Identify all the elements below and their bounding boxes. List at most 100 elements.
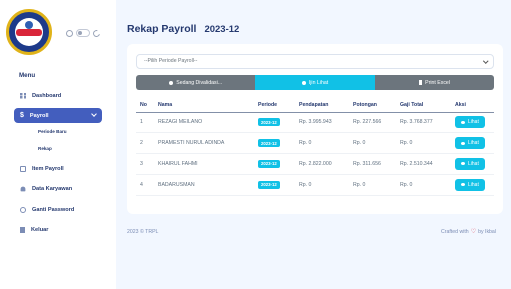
sidebar-item-ganti-password[interactable]: Ganti Password: [14, 202, 102, 217]
logo-band: [16, 29, 42, 36]
sidebar-item-label: Dashboard: [32, 92, 62, 99]
cell-pendapatan: Rp. 3.995.943: [295, 112, 349, 134]
cell-aksi: Lihat: [451, 132, 494, 155]
dollar-icon: $: [20, 111, 24, 119]
theme-toggle[interactable]: [66, 28, 102, 38]
table-row: 2 PRAMESTI NURUL ADINDA 2023-12 Rp. 0 Rp…: [136, 132, 494, 155]
tab-label: Ijin Lihat: [308, 79, 329, 86]
column-header-aksi: Aksi: [451, 98, 494, 113]
column-header-potongan: Potongan: [349, 98, 396, 113]
tab-print-excel[interactable]: Print Excel: [374, 75, 494, 90]
period-badge: 2023-12: [258, 139, 280, 148]
cell-nama: PRAMESTI NURUL ADINDA: [154, 132, 254, 155]
payroll-card: --Pilih Periode Payroll-- Sedang Divalid…: [127, 44, 503, 214]
column-header-gaji-total: Gaji Total: [396, 98, 451, 113]
chevron-down-icon: [482, 58, 488, 64]
column-header-no: No: [136, 98, 154, 113]
cell-periode: 2023-12: [254, 112, 295, 134]
cell-aksi: Lihat: [451, 153, 494, 175]
period-select-value: --Pilih Periode Payroll--: [144, 58, 198, 64]
cell-gaji-total: Rp. 3.768.377: [396, 112, 451, 134]
cell-potongan: Rp. 0: [349, 132, 396, 155]
cell-no: 1: [136, 112, 154, 134]
eye-icon: [461, 183, 465, 187]
sidebar-item-keluar[interactable]: Keluar: [14, 222, 102, 237]
cell-pendapatan: Rp. 2.822.000: [295, 153, 349, 175]
cell-gaji-total: Rp. 0: [396, 132, 451, 155]
period-badge: 2023-12: [258, 159, 280, 168]
payroll-table: No Nama Periode Pendapatan Potongan Gaji…: [136, 98, 494, 196]
tab-label: Print Excel: [425, 79, 450, 86]
users-icon: [20, 186, 26, 191]
tab-sedang-divalidasi[interactable]: Sedang Divalidasi...: [136, 75, 256, 90]
menu-title: Menu: [19, 72, 36, 79]
footer-credit: Crafted with ♡ by Ikbal: [441, 228, 496, 236]
page-header: Rekap Payroll 2023-12: [127, 23, 239, 35]
sidebar-item-item-payroll[interactable]: Item Payroll: [14, 161, 102, 176]
cell-gaji-total: Rp. 0: [396, 174, 451, 196]
cell-aksi: Lihat: [451, 112, 494, 134]
sidebar-item-label: Payroll: [29, 112, 49, 119]
logo-dot: [25, 21, 33, 29]
view-button[interactable]: Lihat: [455, 116, 485, 129]
cell-no: 3: [136, 153, 154, 175]
sidebar-item-label: Data Karyawan: [32, 185, 73, 192]
logo[interactable]: [6, 9, 52, 55]
cell-pendapatan: Rp. 0: [295, 132, 349, 155]
file-icon: [418, 80, 423, 85]
heart-icon: ♡: [470, 228, 477, 235]
cell-nama: KHAIRUL FAHMI: [154, 153, 254, 175]
sidebar-item-dashboard[interactable]: Dashboard: [14, 88, 102, 103]
cell-no: 4: [136, 174, 154, 196]
footer-credit-suffix[interactable]: by Ikbal: [478, 229, 496, 235]
view-button[interactable]: Lihat: [455, 137, 485, 150]
eye-icon: [461, 141, 465, 145]
cell-pendapatan: Rp. 0: [295, 174, 349, 196]
submenu-item-rekap[interactable]: Rekap: [38, 146, 52, 151]
sidebar-item-label: Item Payroll: [32, 165, 64, 172]
page-period: 2023-12: [204, 23, 240, 35]
sidebar-item-data-karyawan[interactable]: Data Karyawan: [14, 181, 102, 196]
view-button-label: Lihat: [468, 160, 479, 167]
cell-nama: REZAGI MEILANO: [154, 112, 254, 134]
column-header-periode: Periode: [254, 98, 295, 113]
cell-potongan: Rp. 311.656: [349, 153, 396, 175]
tab-ijin-lihat[interactable]: Ijin Lihat: [255, 75, 375, 90]
theme-switch[interactable]: [76, 29, 90, 37]
view-button-label: Lihat: [468, 140, 479, 147]
cell-potongan: Rp. 0: [349, 174, 396, 196]
cell-periode: 2023-12: [254, 174, 295, 196]
table-header-row: No Nama Periode Pendapatan Potongan Gaji…: [136, 98, 494, 113]
cell-aksi: Lihat: [451, 174, 494, 196]
sidebar-item-payroll[interactable]: $ Payroll: [14, 108, 102, 123]
view-button[interactable]: Lihat: [455, 178, 485, 191]
eye-icon: [461, 162, 465, 166]
view-button-label: Lihat: [468, 181, 479, 188]
cell-periode: 2023-12: [254, 153, 295, 175]
box-icon: [20, 165, 26, 172]
lock-icon: [20, 206, 26, 213]
column-header-pendapatan: Pendapatan: [295, 98, 349, 113]
cell-potongan: Rp. 227.566: [349, 112, 396, 134]
grid-icon: [20, 92, 26, 99]
table-row: 1 REZAGI MEILANO 2023-12 Rp. 3.995.943 R…: [136, 112, 494, 134]
dot-icon: [169, 80, 174, 85]
sidebar-item-label: Keluar: [31, 226, 49, 233]
period-badge: 2023-12: [258, 118, 280, 127]
submenu-item-periode-baru[interactable]: Periode Baru: [38, 129, 67, 134]
footer-credit-prefix: Crafted with: [441, 229, 469, 235]
period-badge: 2023-12: [258, 180, 280, 189]
view-button[interactable]: Lihat: [455, 157, 485, 170]
period-select[interactable]: --Pilih Periode Payroll--: [136, 54, 494, 69]
tab-label: Sedang Divalidasi...: [176, 79, 223, 86]
chevron-down-icon: [91, 111, 97, 117]
cell-no: 2: [136, 132, 154, 155]
eye-icon: [461, 120, 465, 124]
view-button-label: Lihat: [468, 119, 479, 126]
page-title: Rekap Payroll: [127, 23, 197, 35]
moon-icon: [91, 28, 102, 38]
cell-nama: BADARUSMAN: [154, 174, 254, 196]
logout-icon: [20, 226, 25, 233]
column-header-nama: Nama: [154, 98, 254, 113]
status-tabs: Sedang Divalidasi... Ijin Lihat Print Ex…: [136, 75, 494, 90]
